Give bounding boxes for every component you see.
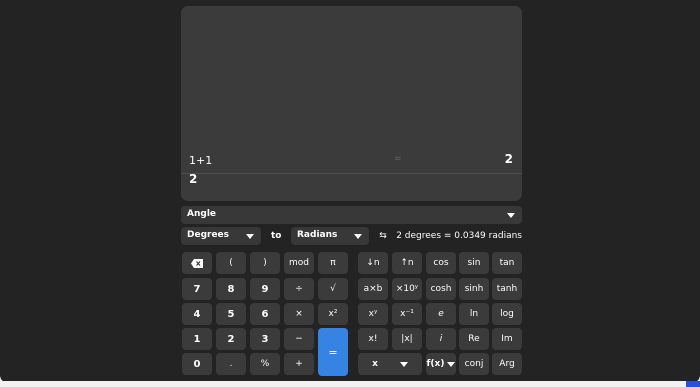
open-paren-button[interactable]: ( bbox=[216, 252, 246, 274]
euler-button[interactable]: e bbox=[426, 303, 456, 325]
category-label: Angle bbox=[187, 209, 217, 219]
variable-dropdown-button[interactable]: x bbox=[358, 353, 422, 375]
function-dropdown-button[interactable]: f(x) bbox=[426, 353, 456, 375]
equals-button[interactable]: = bbox=[318, 328, 348, 376]
add-button[interactable]: + bbox=[284, 353, 314, 375]
chevron-down-icon bbox=[399, 361, 408, 367]
conjugate-button[interactable]: conj bbox=[459, 353, 489, 375]
variable-label: x bbox=[372, 359, 378, 369]
log-button[interactable]: log bbox=[492, 303, 522, 325]
cosh-button[interactable]: cosh bbox=[426, 278, 456, 300]
from-unit-dropdown[interactable]: Degrees bbox=[181, 227, 261, 245]
sinh-button[interactable]: sinh bbox=[459, 278, 489, 300]
factorial-button[interactable]: x! bbox=[358, 328, 388, 350]
sin-button[interactable]: sin bbox=[459, 252, 489, 274]
ln-button[interactable]: ln bbox=[459, 303, 489, 325]
display-panel: 1+1 = 2 2 bbox=[181, 6, 522, 201]
to-unit-label: Radians bbox=[297, 230, 338, 240]
cos-button[interactable]: cos bbox=[426, 252, 456, 274]
digit-2-button[interactable]: 2 bbox=[216, 328, 246, 350]
multiply-ab-button[interactable]: a×b bbox=[358, 278, 388, 300]
function-label: f(x) bbox=[426, 359, 445, 369]
history-result[interactable]: 2 bbox=[505, 152, 513, 166]
calculator-window: 1+1 = 2 2 Angle Degrees to Radians ⇆ 2 d… bbox=[0, 0, 700, 383]
decimal-point-button[interactable]: . bbox=[216, 353, 246, 375]
digit-8-button[interactable]: 8 bbox=[216, 278, 246, 300]
chevron-down-icon bbox=[246, 234, 254, 239]
real-part-button[interactable]: Re bbox=[459, 328, 489, 350]
digit-7-button[interactable]: 7 bbox=[182, 278, 212, 300]
entry-field[interactable]: 2 bbox=[189, 172, 197, 186]
argument-button[interactable]: Arg bbox=[492, 353, 522, 375]
chevron-down-icon bbox=[354, 234, 362, 239]
imaginary-button[interactable]: i bbox=[426, 328, 456, 350]
power-button[interactable]: xʸ bbox=[358, 303, 388, 325]
square-button[interactable]: x² bbox=[318, 303, 348, 325]
tan-button[interactable]: tan bbox=[492, 252, 522, 274]
shift-left-button[interactable]: ↑n bbox=[392, 252, 422, 274]
mod-button[interactable]: mod bbox=[284, 252, 314, 274]
exponent-10-button[interactable]: ×10ʸ bbox=[392, 278, 422, 300]
swap-units-icon[interactable]: ⇆ bbox=[376, 229, 390, 243]
history-row[interactable]: 1+1 = 2 bbox=[181, 149, 522, 174]
from-unit-label: Degrees bbox=[187, 230, 230, 240]
to-label: to bbox=[271, 231, 282, 241]
divide-button[interactable]: ÷ bbox=[284, 278, 314, 300]
chevron-down-icon bbox=[507, 213, 515, 218]
conversion-category-dropdown[interactable]: Angle bbox=[181, 206, 522, 224]
conversion-result: 2 degrees = 0.0349 radians bbox=[396, 231, 522, 241]
digit-5-button[interactable]: 5 bbox=[216, 303, 246, 325]
digit-1-button[interactable]: 1 bbox=[182, 328, 212, 350]
digit-0-button[interactable]: 0 bbox=[182, 353, 212, 375]
absolute-value-button[interactable]: |x| bbox=[392, 328, 422, 350]
chevron-down-icon bbox=[447, 361, 456, 367]
shift-right-button[interactable]: ↓n bbox=[358, 252, 388, 274]
pi-button[interactable]: π bbox=[318, 252, 348, 274]
digit-6-button[interactable]: 6 bbox=[250, 303, 280, 325]
backspace-button[interactable] bbox=[182, 252, 212, 274]
to-unit-dropdown[interactable]: Radians bbox=[291, 227, 369, 245]
tanh-button[interactable]: tanh bbox=[492, 278, 522, 300]
imaginary-part-button[interactable]: Im bbox=[492, 328, 522, 350]
inverse-button[interactable]: x⁻¹ bbox=[392, 303, 422, 325]
desktop-strip bbox=[0, 381, 700, 387]
accent-corner bbox=[686, 381, 700, 387]
multiply-button[interactable]: × bbox=[284, 303, 314, 325]
history-expression: 1+1 bbox=[189, 154, 213, 167]
digit-9-button[interactable]: 9 bbox=[250, 278, 280, 300]
square-root-button[interactable]: √ bbox=[318, 278, 348, 300]
digit-4-button[interactable]: 4 bbox=[182, 303, 212, 325]
digit-3-button[interactable]: 3 bbox=[250, 328, 280, 350]
percent-button[interactable]: % bbox=[250, 353, 280, 375]
history-equals-sign: = bbox=[394, 154, 402, 164]
backspace-icon bbox=[191, 258, 203, 268]
close-paren-button[interactable]: ) bbox=[250, 252, 280, 274]
subtract-button[interactable]: − bbox=[284, 328, 314, 350]
